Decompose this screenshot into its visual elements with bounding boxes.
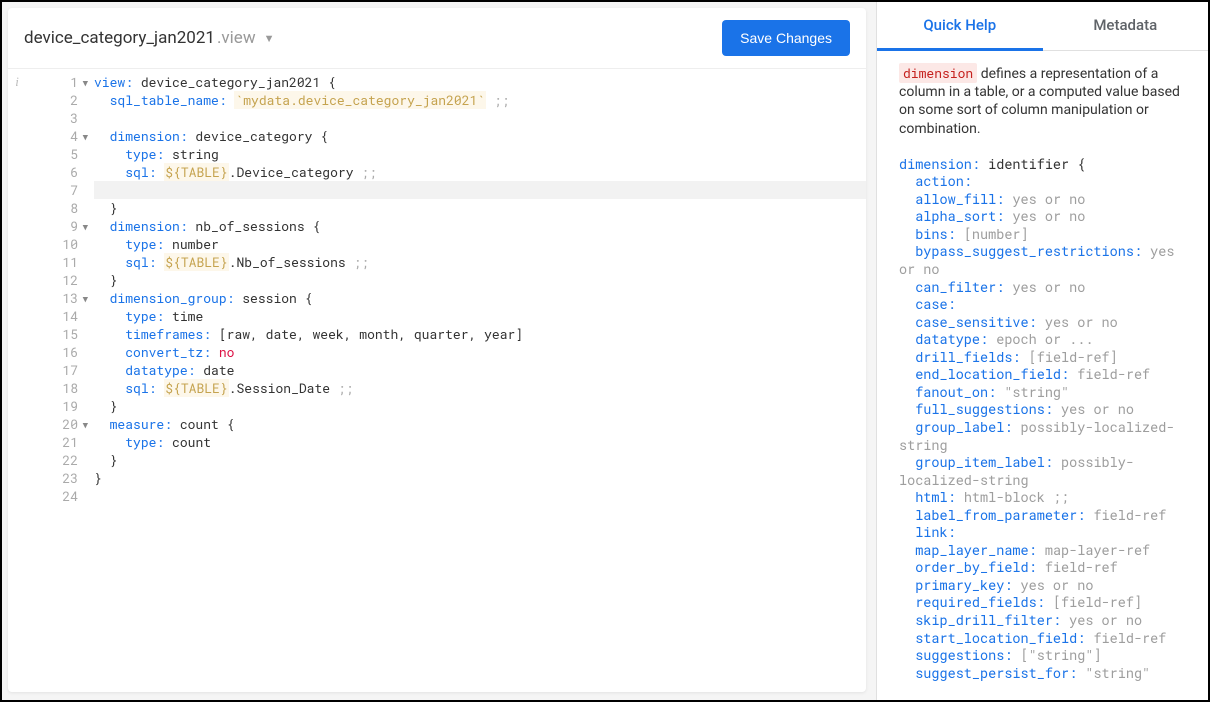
help-prop: map_layer_name: map-layer-ref [899,542,1190,560]
editor-header: device_category_jan2021.view ▼ Save Chan… [8,8,866,69]
code-line[interactable]: type: time [94,307,866,325]
line-number: 10 [26,235,86,253]
help-prop: link: [899,524,1190,542]
code-line[interactable]: } [94,469,866,487]
help-prop: start_location_field: field-ref [899,630,1190,648]
line-number: 9▼ [26,217,86,235]
help-prop: end_location_field: field-ref [899,366,1190,384]
line-number: 23 [26,469,86,487]
code-line[interactable]: timeframes: [raw, date, week, month, qua… [94,325,866,343]
help-prop: html: html-block ;; [899,489,1190,507]
help-prop: alpha_sort: yes or no [899,208,1190,226]
help-prop: bypass_suggest_restrictions: yes or no [899,243,1190,278]
line-number: 20▼ [26,415,86,433]
code-line[interactable]: sql_table_name: `mydata.device_category_… [94,91,866,109]
help-prop: required_fields: [field-ref] [899,594,1190,612]
line-number: 14 [26,307,86,325]
help-prop: bins: [number] [899,226,1190,244]
code-line[interactable]: } [94,397,866,415]
code-line[interactable]: sql: ${TABLE}.Nb_of_sessions ;; [94,253,866,271]
code-editor[interactable]: i 1▼234▼56789▼10111213▼14151617181920▼21… [8,69,866,692]
help-prop: primary_key: yes or no [899,577,1190,595]
line-number: 2 [26,91,86,109]
code-line[interactable]: sql: ${TABLE}.Session_Date ;; [94,379,866,397]
line-number: 16 [26,343,86,361]
code-line[interactable] [94,181,866,199]
line-number: 22 [26,451,86,469]
code-line[interactable] [94,487,866,505]
code-line[interactable]: type: count [94,433,866,451]
line-number: 24 [26,487,86,505]
line-number: 15 [26,325,86,343]
info-icon[interactable]: i [8,73,26,91]
code-line[interactable]: } [94,451,866,469]
line-number: 19 [26,397,86,415]
help-prop: full_suggestions: yes or no [899,401,1190,419]
help-prop: group_label: possibly-localized-string [899,419,1190,454]
help-description: dimension defines a representation of a … [899,65,1190,138]
help-prop: suggest_persist_for: "string" [899,665,1190,683]
code-line[interactable]: type: number [94,235,866,253]
code-line[interactable]: dimension_group: session { [94,289,866,307]
help-prop: suggestions: ["string"] [899,647,1190,665]
line-number: 8 [26,199,86,217]
line-number: 7 [26,181,86,199]
line-number: 3 [26,109,86,127]
help-prop: fanout_on: "string" [899,384,1190,402]
file-title[interactable]: device_category_jan2021.view ▼ [24,28,274,48]
code-line[interactable]: dimension: device_category { [94,127,866,145]
code-line[interactable]: measure: count { [94,415,866,433]
code-line[interactable]: dimension: nb_of_sessions { [94,217,866,235]
help-reference: dimension: identifier { action: allow_fi… [899,156,1190,682]
code-line[interactable]: datatype: date [94,361,866,379]
line-number: 1▼ [26,73,86,91]
tab-quick-help[interactable]: Quick Help [877,2,1043,51]
help-prop: skip_drill_filter: yes or no [899,612,1190,630]
line-number: 4▼ [26,127,86,145]
quick-help-body: dimension defines a representation of a … [877,51,1208,700]
line-number: 6 [26,163,86,181]
code-line[interactable]: convert_tz: no [94,343,866,361]
line-number: 18 [26,379,86,397]
help-prop: label_from_parameter: field-ref [899,507,1190,525]
line-number: 12 [26,271,86,289]
line-number: 13▼ [26,289,86,307]
help-prop: order_by_field: field-ref [899,559,1190,577]
help-prop: group_item_label: possibly-localized-str… [899,454,1190,489]
keyword-chip: dimension [899,63,977,83]
code-line[interactable]: } [94,271,866,289]
code-line[interactable]: view: device_category_jan2021 { [94,73,866,91]
chevron-down-icon[interactable]: ▼ [264,32,275,45]
help-prop: drill_fields: [field-ref] [899,349,1190,367]
line-number: 17 [26,361,86,379]
help-prop: action: [899,173,1190,191]
tab-metadata[interactable]: Metadata [1043,2,1209,50]
code-line[interactable]: type: string [94,145,866,163]
file-name: device_category_jan2021 [24,28,215,48]
code-line[interactable] [94,109,866,127]
help-prop: case_sensitive: yes or no [899,314,1190,332]
save-button[interactable]: Save Changes [722,20,850,56]
code-line[interactable]: } [94,199,866,217]
help-prop: datatype: epoch or ... [899,331,1190,349]
help-prop: allow_fill: yes or no [899,191,1190,209]
line-number: 21 [26,433,86,451]
line-number: 5 [26,145,86,163]
help-prop: case: [899,296,1190,314]
code-line[interactable]: sql: ${TABLE}.Device_category ;; [94,163,866,181]
help-prop: can_filter: yes or no [899,279,1190,297]
file-ext: .view [217,28,256,48]
sidebar-tabs: Quick Help Metadata [877,2,1208,51]
line-number: 11 [26,253,86,271]
